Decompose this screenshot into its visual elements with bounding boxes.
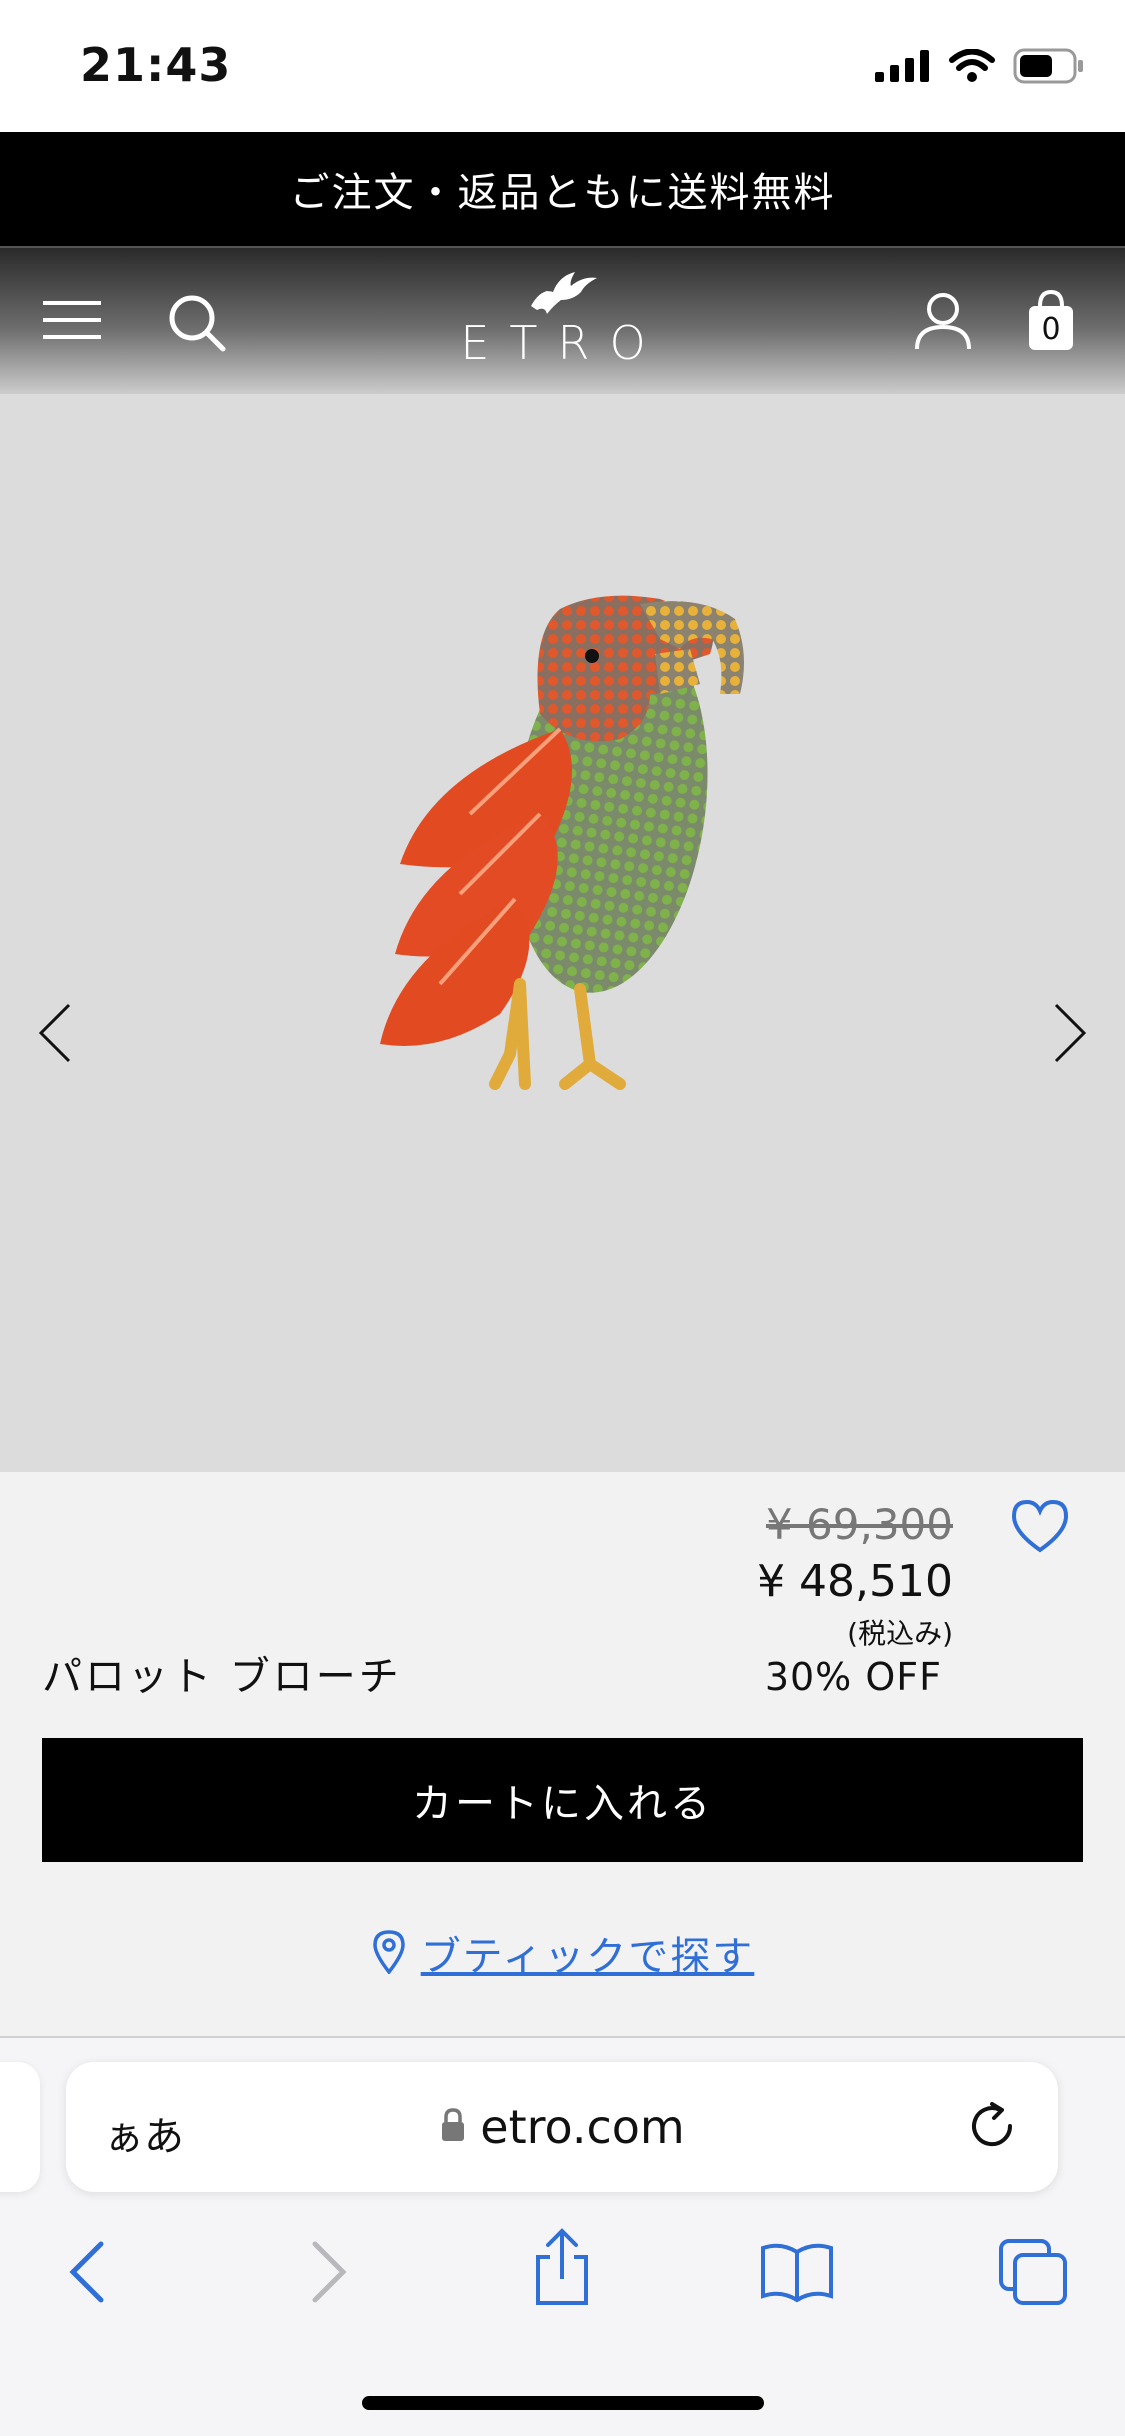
status-icons (875, 48, 1085, 88)
reload-icon[interactable] (962, 2096, 1022, 2160)
prev-image-arrow-icon[interactable] (30, 998, 80, 1068)
url-text: etro.com (480, 2100, 685, 2154)
back-icon[interactable] (42, 2227, 132, 2317)
next-image-arrow-icon[interactable] (1045, 998, 1095, 1068)
home-indicator (362, 2396, 764, 2410)
wifi-icon (949, 48, 995, 87)
menu-icon[interactable] (40, 290, 104, 350)
share-icon[interactable] (517, 2222, 607, 2312)
logo-text: ETRO (460, 316, 666, 370)
bookmarks-icon[interactable] (752, 2227, 842, 2317)
parrot-brooch-image (380, 595, 744, 1090)
battery-icon (1013, 48, 1085, 88)
find-boutique-label[interactable]: ブティックで探す (421, 1924, 755, 1982)
product-image[interactable] (0, 394, 1125, 1472)
logo[interactable]: ETRO (430, 266, 696, 370)
signal-icon (875, 50, 931, 86)
browser-toolbar (0, 2222, 1125, 2322)
promo-banner[interactable]: ご注文・返品ともに送料無料 (0, 132, 1125, 246)
add-to-cart-button[interactable]: カートに入れる (42, 1738, 1083, 1862)
sale-price: ¥ 48,510 (757, 1556, 953, 1607)
status-time: 21:43 (80, 38, 232, 92)
cart-count: 0 (1041, 312, 1061, 347)
original-price: ¥ 69,300 (765, 1500, 953, 1549)
product-name: パロット ブローチ (42, 1654, 402, 1700)
url-display[interactable]: etro.com (0, 2100, 1125, 2154)
shopping-bag-icon[interactable]: 0 (1026, 288, 1076, 354)
account-icon[interactable] (912, 288, 974, 356)
lock-icon (440, 2107, 466, 2147)
tax-note: (税込み) (847, 1617, 953, 1650)
discount-label: 30% OFF (764, 1655, 942, 1699)
tabs-icon[interactable] (988, 2227, 1078, 2317)
pegasus-icon (531, 272, 597, 314)
forward-icon[interactable] (284, 2227, 374, 2317)
heart-icon[interactable] (1010, 1498, 1076, 1560)
search-icon[interactable] (164, 290, 230, 356)
location-pin-icon (371, 1928, 407, 1978)
find-boutique-link[interactable]: ブティックで探す (0, 1924, 1125, 1982)
